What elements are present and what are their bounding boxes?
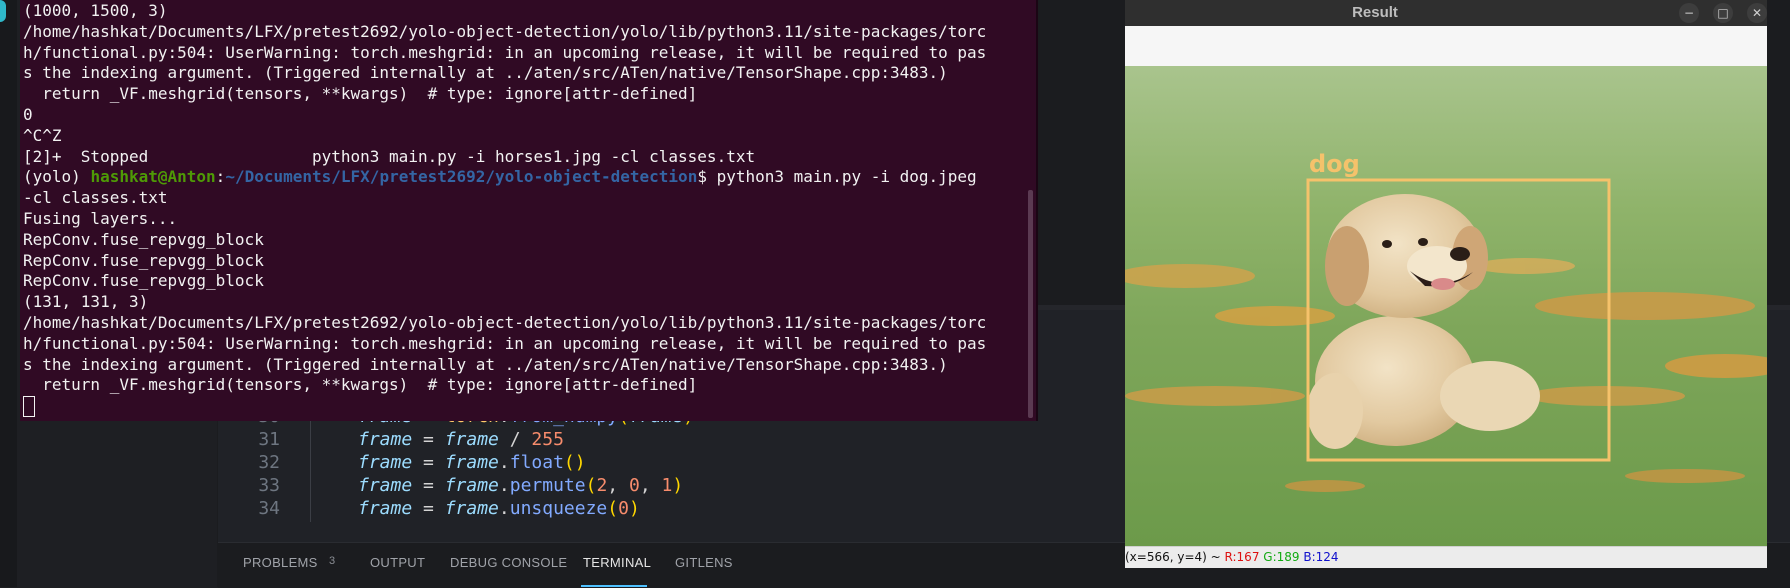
result-image[interactable]: dog	[1125, 66, 1767, 546]
code-token: frame	[444, 429, 499, 450]
code-token: 255	[531, 429, 564, 450]
terminal-line: Fusing layers...	[23, 208, 178, 228]
terminal-line: ^C^Z	[23, 125, 62, 145]
code-token: 0	[618, 498, 629, 519]
pixel-blue: B:124	[1303, 550, 1339, 564]
code-token: .	[498, 452, 510, 473]
prompt-command: $ python3 main.py -i dog.jpeg	[697, 167, 977, 187]
terminal-window[interactable]: (1000, 1500, 3)/home/hashkat/Documents/L…	[20, 0, 1038, 421]
terminal-line: RepConv.fuse_repvgg_block	[23, 250, 264, 270]
code-token: )	[672, 475, 684, 496]
code-token: =	[412, 475, 445, 496]
tab-gitlens[interactable]: GITLENS	[675, 555, 733, 570]
edge-indicator	[0, 0, 6, 22]
code-token: frame	[358, 475, 413, 496]
maximize-button[interactable]: □	[1713, 3, 1733, 23]
prompt-env: (yolo)	[23, 167, 91, 187]
code-token: float	[509, 452, 564, 473]
code-token: .	[498, 475, 510, 496]
terminal-line: RepConv.fuse_repvgg_block	[23, 271, 264, 291]
code-token: frame	[444, 475, 499, 496]
image-status-bar: (x=566, y=4) ~ R:167 G:189 B:124	[1125, 546, 1767, 568]
prompt-path: ~/Documents/LFX/pretest2692/yolo-object-…	[225, 167, 698, 187]
terminal-line: h/functional.py:504: UserWarning: torch.…	[23, 42, 987, 62]
terminal-line: h/functional.py:504: UserWarning: torch.…	[23, 333, 987, 353]
code-text: frame = frame.unsqueeze(0)	[358, 496, 640, 522]
prompt-user-host: hashkat@Anton	[90, 167, 216, 187]
code-token: =	[412, 498, 445, 519]
code-token: 0	[628, 475, 640, 496]
terminal-line: -cl classes.txt	[23, 188, 168, 208]
terminal-line: return _VF.meshgrid(tensors, **kwargs) #…	[23, 375, 698, 395]
terminal-line: return _VF.meshgrid(tensors, **kwargs) #…	[23, 84, 698, 104]
code-token: frame	[444, 498, 499, 519]
terminal-line: (1000, 1500, 3)	[23, 1, 168, 20]
tab-terminal[interactable]: TERMINAL	[583, 555, 651, 570]
code-token: 2	[596, 475, 608, 496]
line-number: 34	[258, 498, 280, 519]
code-token: permute	[509, 475, 586, 496]
minimize-button[interactable]: −	[1679, 3, 1699, 23]
pixel-red: R:167	[1224, 550, 1260, 564]
dog-photo: dog	[1125, 66, 1767, 546]
pixel-green: G:189	[1263, 550, 1300, 564]
code-token: ()	[563, 452, 586, 473]
tab-problems[interactable]: PROBLEMS	[243, 555, 318, 570]
code-token: )	[628, 498, 640, 519]
result-window: Result − □ ✕ dog (x=566, y=4) ~ R:167 G:…	[1125, 0, 1767, 568]
result-title: Result	[1352, 4, 1398, 21]
problems-count-badge: 3	[329, 555, 336, 567]
code-token: /	[498, 429, 532, 450]
tab-output[interactable]: OUTPUT	[370, 555, 425, 570]
code-token: unsqueeze	[509, 498, 608, 519]
code-token: (	[585, 475, 597, 496]
terminal-line: /home/hashkat/Documents/LFX/pretest2692/…	[23, 21, 987, 41]
code-token: 1	[661, 475, 673, 496]
terminal-scrollbar[interactable]	[1028, 190, 1033, 418]
cursor-coords: (x=566, y=4) ~	[1125, 550, 1225, 564]
terminal-line: s the indexing argument. (Triggered inte…	[23, 354, 948, 374]
code-token: ,	[639, 475, 662, 496]
terminal-line: s the indexing argument. (Triggered inte…	[23, 63, 948, 83]
code-token: frame	[358, 429, 413, 450]
code-token: frame	[444, 452, 499, 473]
code-token: =	[412, 452, 445, 473]
activity-bar	[0, 0, 17, 587]
terminal-line: RepConv.fuse_repvgg_block	[23, 229, 264, 249]
terminal-output: (1000, 1500, 3)/home/hashkat/Documents/L…	[23, 1, 1033, 418]
code-token: frame	[358, 452, 413, 473]
result-titlebar[interactable]: Result − □ ✕	[1125, 0, 1767, 26]
terminal-line: 0	[23, 104, 33, 124]
result-toolbar	[1125, 26, 1767, 67]
terminal-line: /home/hashkat/Documents/LFX/pretest2692/…	[23, 312, 987, 332]
close-button[interactable]: ✕	[1747, 3, 1767, 23]
detection-label: dog	[1309, 150, 1360, 178]
code-token: frame	[358, 498, 413, 519]
terminal-line: (131, 131, 3)	[23, 292, 149, 312]
tab-debug-console[interactable]: DEBUG CONSOLE	[450, 555, 567, 570]
indent-guide	[310, 496, 311, 522]
code-token: (	[607, 498, 619, 519]
terminal-cursor	[23, 396, 35, 418]
prompt-separator: :	[215, 167, 226, 187]
terminal-line: (yolo) hashkat@Anton:~/Documents/LFX/pre…	[23, 167, 1033, 188]
code-token: ,	[607, 475, 629, 496]
terminal-line: [2]+ Stopped python3 main.py -i horses1.…	[23, 146, 756, 166]
terminal-cursor-line	[23, 396, 1033, 418]
code-token: =	[412, 429, 445, 450]
code-token: .	[498, 498, 510, 519]
